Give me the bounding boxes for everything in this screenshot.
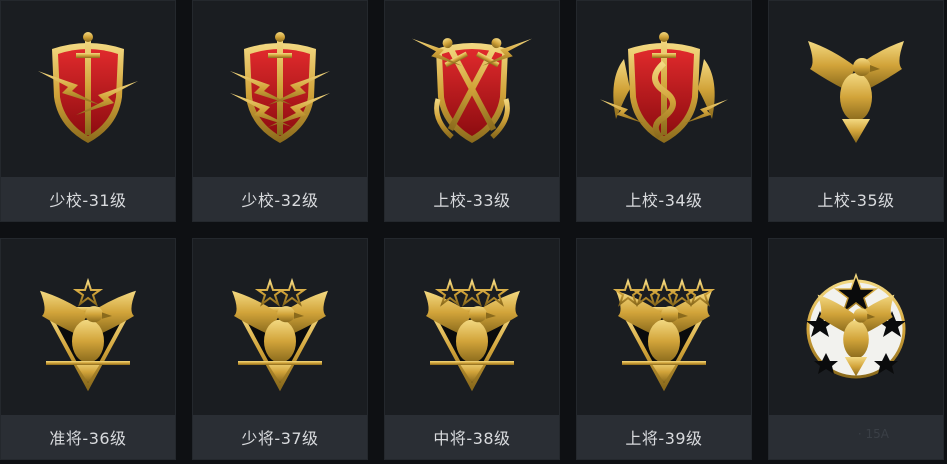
rank-card[interactable]: 准将-36级 — [0, 238, 176, 460]
emblem-frame — [385, 239, 559, 414]
rank-label: 上校-33级 — [385, 177, 559, 221]
eagle-star-wreath-icon — [786, 257, 926, 397]
rank-grid: 少校-31级 少校-32级 上校-33级 上校-34级 上校-35级 准将-36… — [0, 0, 947, 464]
red-shield-winged-snake-sword-icon — [594, 19, 734, 159]
rank-card[interactable]: 上校-33级 — [384, 0, 560, 222]
emblem-frame — [193, 239, 367, 414]
rank-label: 上校-35级 — [769, 177, 943, 221]
emblem-frame — [1, 1, 175, 176]
rank-card[interactable]: · 15A — [768, 238, 944, 460]
rank-label: 上将-39级 — [577, 415, 751, 459]
rank-label: 少校-31级 — [1, 177, 175, 221]
rank-label: 准将-36级 — [1, 415, 175, 459]
emblem-frame — [769, 1, 943, 176]
emblem-frame — [1, 239, 175, 414]
rank-card[interactable]: 上将-39级 — [576, 238, 752, 460]
red-shield-sword-double-lightning-icon — [210, 19, 350, 159]
rank-label: 少将-37级 — [193, 415, 367, 459]
emblem-frame — [577, 1, 751, 176]
eagle-shield-three-stars-trident-icon — [402, 257, 542, 397]
rank-card[interactable]: 上校-34级 — [576, 0, 752, 222]
eagle-shield-two-stars-icon — [210, 257, 350, 397]
rank-label: 少校-32级 — [193, 177, 367, 221]
rank-label: 上校-34级 — [577, 177, 751, 221]
gold-eagle-icon — [808, 40, 904, 143]
rank-card[interactable]: 少校-32级 — [192, 0, 368, 222]
emblem-frame — [577, 239, 751, 414]
red-shield-sword-lightning-icon — [18, 19, 158, 159]
rank-label — [769, 415, 943, 459]
rank-card[interactable]: 上校-35级 — [768, 0, 944, 222]
rank-card[interactable]: 少将-37级 — [192, 238, 368, 460]
rank-label: 中将-38级 — [385, 415, 559, 459]
rank-card[interactable]: 少校-31级 — [0, 0, 176, 222]
rank-card[interactable]: 中将-38级 — [384, 238, 560, 460]
emblem-frame — [193, 1, 367, 176]
eagle-shield-five-stars-icon — [594, 257, 734, 397]
emblem-frame — [769, 239, 943, 414]
emblem-frame — [385, 1, 559, 176]
eagle-shield-one-star-icon — [18, 279, 158, 397]
red-shield-crossed-swords-icon — [402, 19, 542, 159]
